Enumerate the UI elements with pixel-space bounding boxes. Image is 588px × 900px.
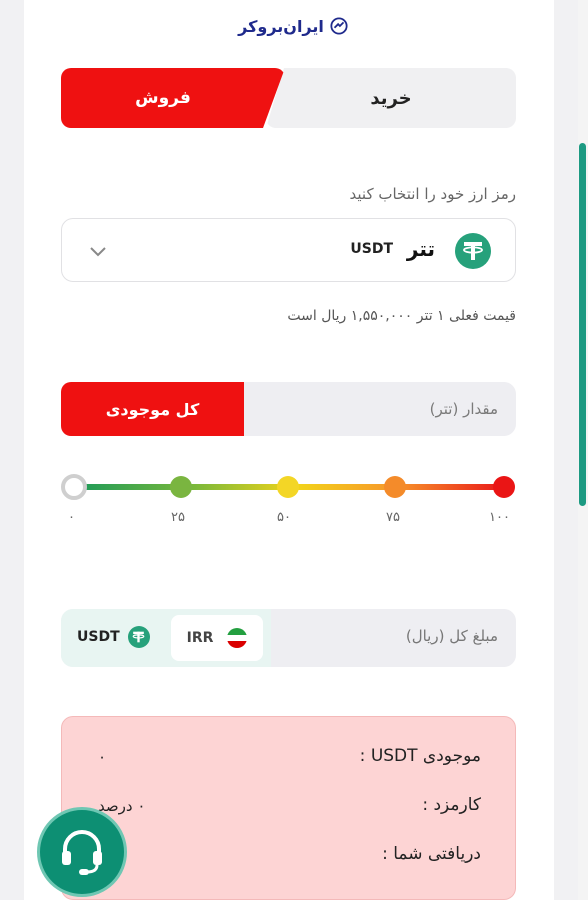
tick-25: ۲۵ [171,510,185,525]
total-amount-placeholder: مبلغ کل (ریال) [405,627,498,645]
tab-sell-label: فروش [135,88,191,108]
scrollbar[interactable] [578,0,588,900]
fee-label: کارمزد : [422,795,481,815]
headset-icon [62,830,102,875]
coin-select-label: رمز ارز خود را انتخاب کنید [349,185,516,203]
irr-label: IRR [186,630,214,646]
tick-0: ۰ [68,510,75,525]
summary-box: موجودی USDT : ۰ کارمزد : ۰ درصد دریافتی … [61,716,516,900]
tab-buy-label: خرید [370,87,412,109]
brand-name: ایران‌بروکر [238,16,324,36]
iran-flag-icon [227,628,248,648]
slider-stop-50[interactable] [277,476,299,498]
amount-input[interactable] [244,382,516,436]
coin-name: تتر [406,237,435,261]
slider-handle-0[interactable] [61,474,87,500]
brand-mark-icon [330,17,348,35]
balance-label: موجودی USDT : [359,746,481,766]
fee-value: ۰ درصد [98,797,146,815]
percent-slider[interactable]: ۰ ۲۵ ۵۰ ۷۵ ۱۰۰ [61,472,516,532]
slider-stop-25[interactable] [170,476,192,498]
trade-tabs: خرید فروش [61,68,516,128]
coin-symbol: USDT [350,241,393,257]
coin-select[interactable]: تتر USDT [61,218,516,282]
max-balance-button[interactable]: کل موجودی [61,382,244,436]
tick-50: ۵۰ [277,510,291,525]
total-amount-field[interactable]: IRR USDT مبلغ کل (ریال) [61,609,516,667]
tab-sell[interactable]: فروش [61,68,285,128]
current-price: قیمت فعلی ۱ تتر ۱,۵۵۰,۰۰۰ ریال است [287,308,516,324]
scrollbar-thumb[interactable] [579,143,586,506]
amount-row: کل موجودی [61,382,516,436]
receive-label: دریافتی شما : [382,844,481,864]
support-button[interactable] [37,807,127,897]
tether-icon [127,626,150,648]
currency-irr-option[interactable]: IRR [171,615,263,661]
balance-value: ۰ [98,748,107,766]
tick-75: ۷۵ [386,510,400,525]
currency-usdt-option[interactable]: USDT [77,626,150,648]
tether-icon [455,233,491,269]
usdt-label: USDT [77,629,120,645]
tab-buy[interactable]: خرید [266,68,516,128]
chevron-down-icon [90,247,106,257]
slider-stop-75[interactable] [384,476,406,498]
slider-stop-100[interactable] [493,476,515,498]
brand-logo[interactable]: ایران‌بروکر [219,8,367,44]
tick-100: ۱۰۰ [489,510,510,525]
